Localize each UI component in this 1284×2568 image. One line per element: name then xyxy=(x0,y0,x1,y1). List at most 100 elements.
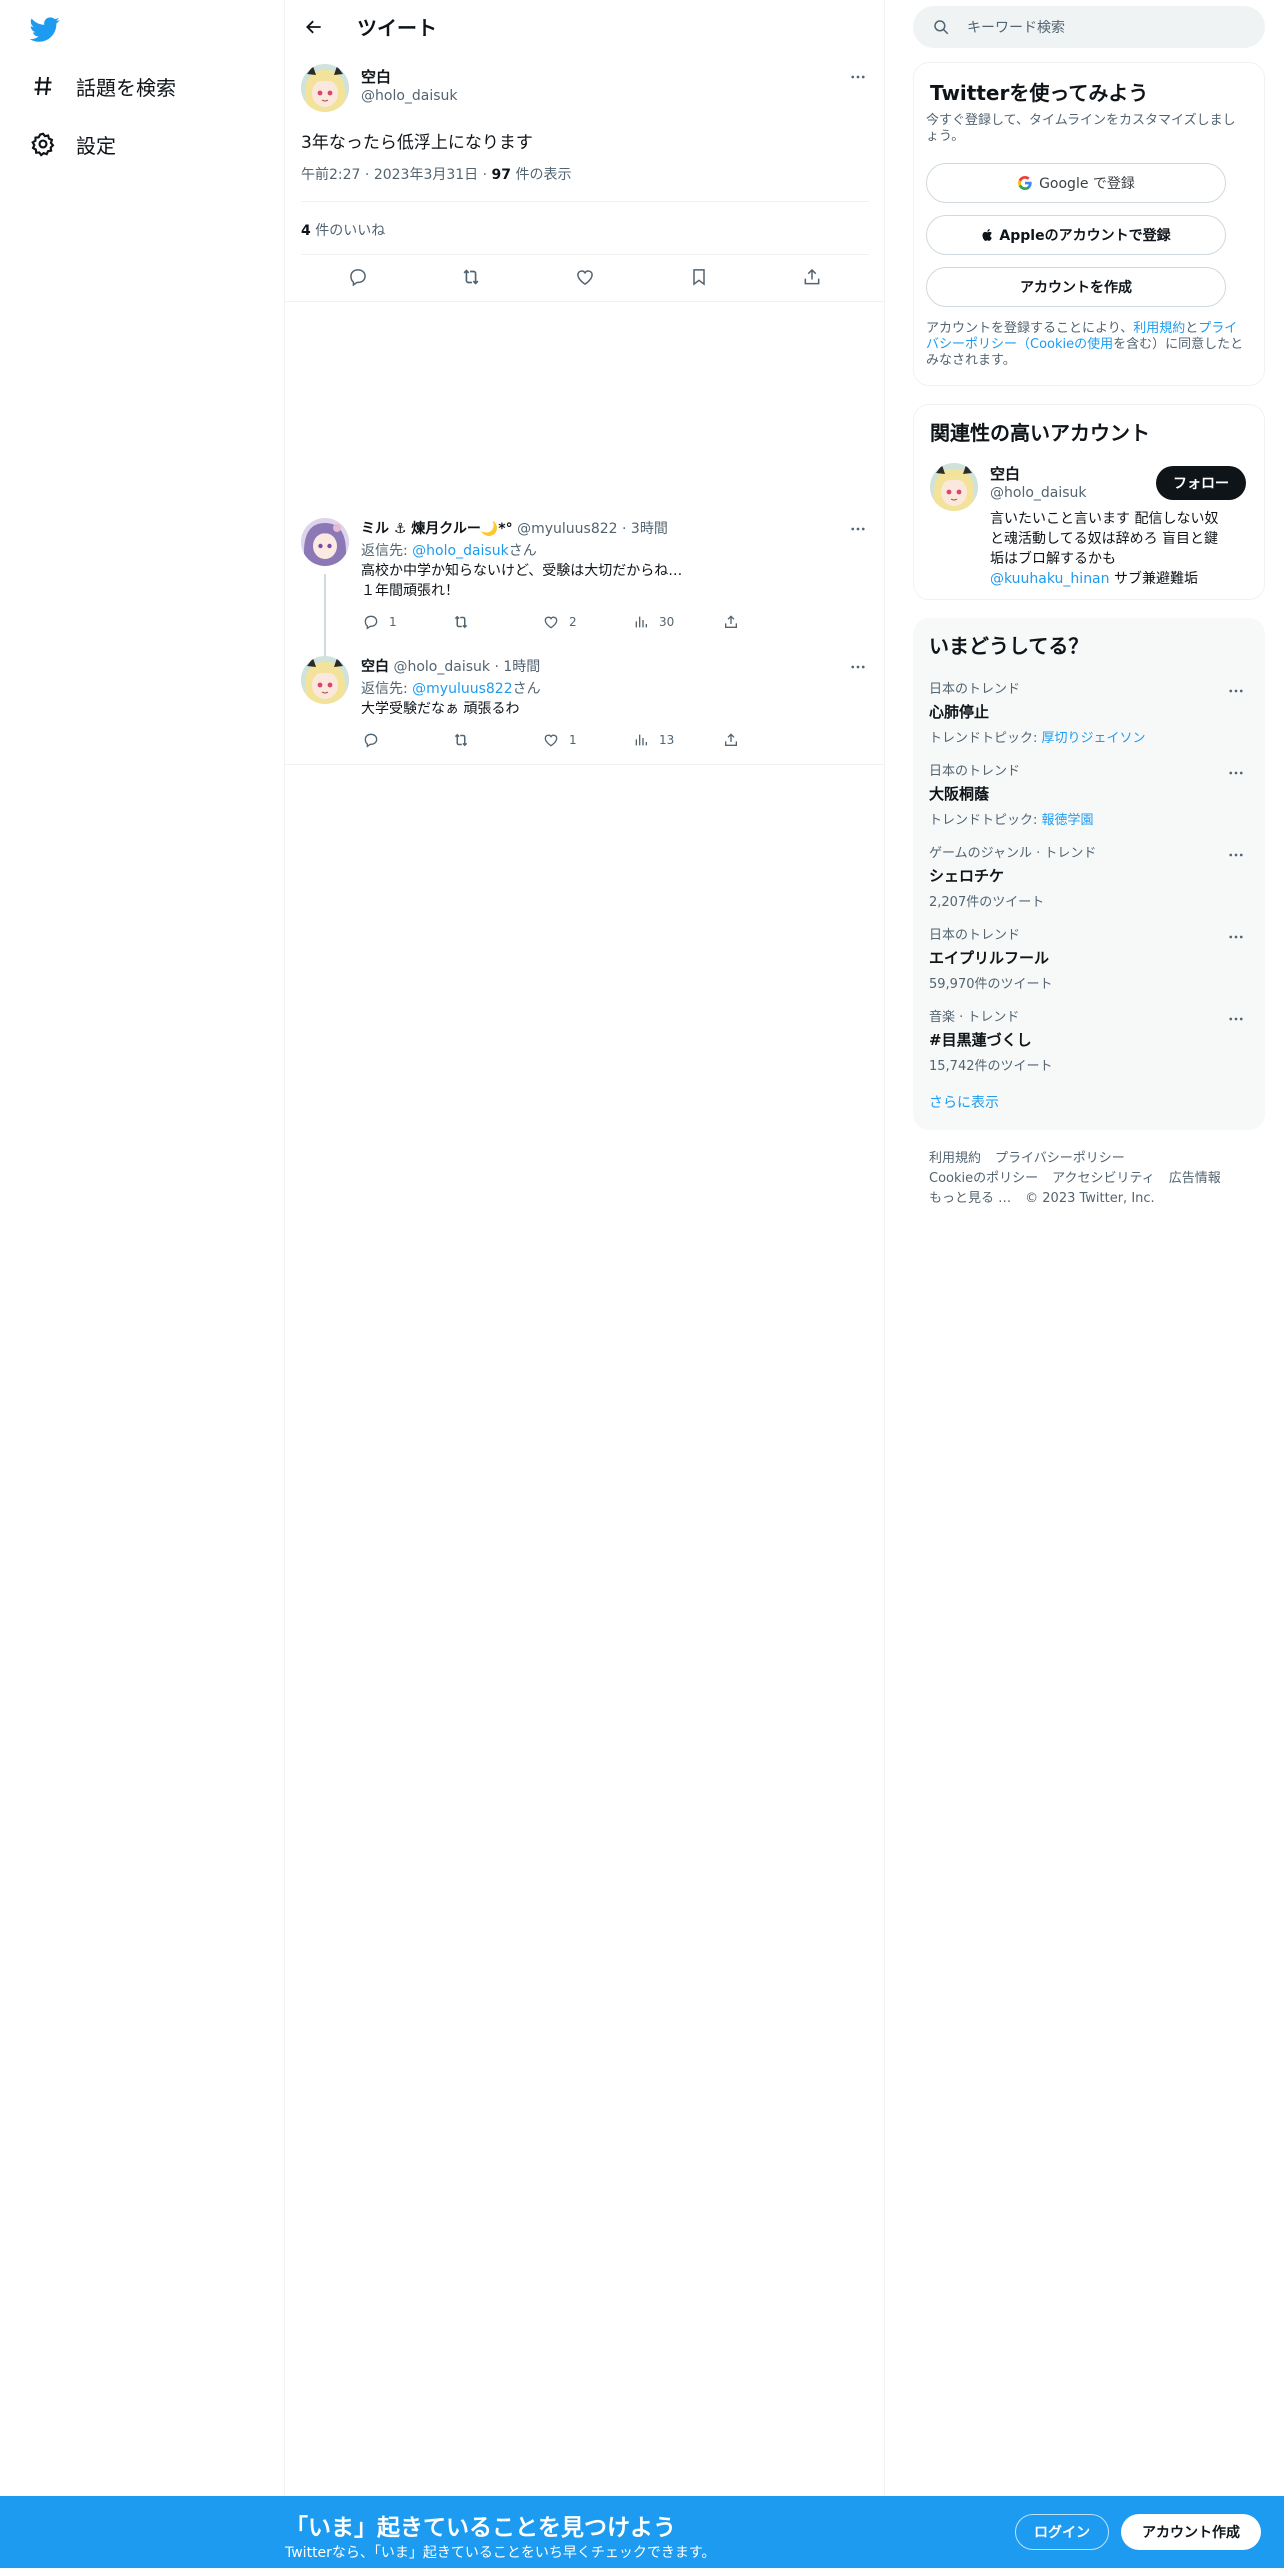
more-icon[interactable] xyxy=(1223,924,1249,950)
reply-icon[interactable] xyxy=(345,264,371,290)
nav-explore-label: 話題を検索 xyxy=(76,75,176,100)
more-icon[interactable] xyxy=(845,654,871,680)
views-button[interactable]: 30 xyxy=(631,611,721,633)
replying-to-link[interactable]: @holo_daisuk xyxy=(412,543,509,559)
share-icon xyxy=(721,730,741,750)
reply-actions: 1 2 30 xyxy=(361,611,811,633)
trend-topic-link[interactable]: 厚切りジェイソン xyxy=(1042,731,1146,746)
search-input[interactable]: キーワード検索 xyxy=(913,6,1265,48)
trend-name: エイプリルフール xyxy=(929,949,1050,967)
like-heart-icon xyxy=(541,730,561,750)
more-icon[interactable] xyxy=(845,64,871,90)
related-title: 関連性の高いアカウント xyxy=(930,421,1150,445)
back-arrow-icon[interactable] xyxy=(299,12,329,42)
google-signup-button[interactable]: Google で登録 xyxy=(926,163,1226,203)
tweet-meta: 午前2:27 · 2023年3月31日 · 97 件の表示 xyxy=(301,164,571,184)
trend-name: 大阪桐蔭 xyxy=(929,785,990,803)
share-icon xyxy=(721,612,741,632)
trend-sub-prefix: トレンドトピック: xyxy=(929,813,1042,828)
divider xyxy=(301,201,869,202)
apple-signup-button[interactable]: Appleのアカウントで登録 xyxy=(926,215,1226,255)
footer-privacy-link[interactable]: プライバシーポリシー xyxy=(995,1151,1125,1166)
reply-icon xyxy=(361,612,381,632)
footer-more-link[interactable]: もっと見る … xyxy=(929,1191,1011,1206)
trend-sub: トレンドトピック: 報徳学園 xyxy=(929,809,1249,828)
reply-time[interactable]: 1時間 xyxy=(503,659,540,675)
reply-text: 大学受験だなぁ 頑張るわ xyxy=(361,699,519,719)
reply-author-handle[interactable]: @holo_daisuk xyxy=(393,659,490,675)
trend-name: #目黒蓮づくし xyxy=(929,1031,1032,1049)
trend-name: 心肺停止 xyxy=(929,703,990,721)
tweet-author-name[interactable]: 空白 xyxy=(361,66,391,87)
views-button[interactable]: 13 xyxy=(631,729,721,751)
more-icon[interactable] xyxy=(1223,760,1249,786)
bottom-signup-bar: 「いま」起きていることを見つけよう Twitterなら、「いま」起きていることを… xyxy=(0,2496,1284,2568)
tweet-author-handle[interactable]: @holo_daisuk xyxy=(361,88,458,104)
tweet-time[interactable]: 午前2:27 xyxy=(301,167,360,183)
footer-accessibility-link[interactable]: アクセシビリティ xyxy=(1052,1171,1155,1186)
main-column: ツイート 空白 @holo_daisuk 3年なったら低浮上になります 午前2:… xyxy=(285,0,885,2568)
avatar[interactable] xyxy=(930,463,978,511)
views-count: 13 xyxy=(659,733,675,747)
reply-text: 高校か中学か知らないけど、受験は大切だからね… １年間頑張れ！ xyxy=(361,561,682,601)
reply-author-handle[interactable]: @myuluus822 xyxy=(517,521,617,537)
bookmark-icon[interactable] xyxy=(686,264,712,290)
more-icon[interactable] xyxy=(1223,1006,1249,1032)
views-count: 30 xyxy=(659,615,675,629)
like-button[interactable]: 2 xyxy=(541,611,631,633)
more-icon[interactable] xyxy=(845,516,871,542)
footer-links: 利用規約 プライバシーポリシー xyxy=(929,1147,1139,1166)
share-button[interactable] xyxy=(721,611,811,633)
like-heart-icon[interactable] xyxy=(572,264,598,290)
show-more-link[interactable]: さらに表示 xyxy=(929,1092,999,1112)
page-title: ツイート xyxy=(357,16,437,40)
create-account-button[interactable]: アカウントを作成 xyxy=(926,267,1226,307)
reply-button[interactable]: 1 xyxy=(361,611,451,633)
trends-title: いまどうしてる？ xyxy=(929,634,1089,658)
more-icon[interactable] xyxy=(1223,842,1249,868)
trend-item[interactable]: 音楽 · トレンド #目黒蓮づくし 15,742件のツイート xyxy=(929,1006,1249,1074)
trend-item[interactable]: 日本のトレンド 心肺停止 トレンドトピック: 厚切りジェイソン xyxy=(929,678,1249,746)
terms-link[interactable]: 利用規約 xyxy=(1133,321,1185,336)
like-heart-icon xyxy=(541,612,561,632)
follow-button[interactable]: フォロー xyxy=(1156,466,1246,500)
footer-terms-link[interactable]: 利用規約 xyxy=(929,1151,981,1166)
tweet-date[interactable]: 2023年3月31日 xyxy=(374,167,478,183)
thread-line xyxy=(324,574,326,660)
avatar[interactable] xyxy=(301,518,349,566)
replying-to-link[interactable]: @myuluus822 xyxy=(412,681,512,697)
twitter-bird-icon[interactable] xyxy=(28,14,62,44)
nav-settings[interactable]: 設定 xyxy=(28,124,116,164)
avatar[interactable] xyxy=(301,656,349,704)
reply-author-name[interactable]: 空白 xyxy=(361,659,389,675)
share-button[interactable] xyxy=(721,729,811,751)
share-icon[interactable] xyxy=(799,264,825,290)
trend-item[interactable]: 日本のトレンド エイプリルフール 59,970件のツイート xyxy=(929,924,1249,992)
likes-summary[interactable]: 4 件のいいね xyxy=(301,220,385,240)
retweet-icon[interactable] xyxy=(458,264,484,290)
trend-item[interactable]: ゲームのジャンル · トレンド シェロチケ 2,207件のツイート xyxy=(929,842,1249,910)
likes-label: 件のいいね xyxy=(315,223,386,239)
retweet-button[interactable] xyxy=(451,729,541,751)
related-account-name[interactable]: 空白 xyxy=(990,463,1020,484)
trend-context: 音楽 · トレンド xyxy=(929,1010,1020,1025)
footer-cookie-link[interactable]: Cookieのポリシー xyxy=(929,1171,1038,1186)
bio-mention-link[interactable]: @kuuhaku_hinan xyxy=(990,571,1110,587)
reply-time[interactable]: 3時間 xyxy=(631,521,668,537)
reply-author-name[interactable]: ミル ⚓ 煉月クルー🌙*° xyxy=(361,521,513,537)
replying-to: 返信先: @myuluus822さん xyxy=(361,678,541,698)
signup-button[interactable]: アカウント作成 xyxy=(1121,2514,1261,2550)
retweet-button[interactable] xyxy=(451,611,541,633)
avatar[interactable] xyxy=(301,64,349,112)
reply-button[interactable] xyxy=(361,729,451,751)
trend-topic-link[interactable]: 報徳学園 xyxy=(1042,813,1094,828)
login-button[interactable]: ログイン xyxy=(1015,2514,1109,2550)
footer-ads-link[interactable]: 広告情報 xyxy=(1169,1171,1221,1186)
like-button[interactable]: 1 xyxy=(541,729,631,751)
nav-explore[interactable]: 話題を検索 xyxy=(28,66,176,106)
related-account-handle[interactable]: @holo_daisuk xyxy=(990,485,1087,501)
trend-item[interactable]: 日本のトレンド 大阪桐蔭 トレンドトピック: 報徳学園 xyxy=(929,760,1249,828)
more-icon[interactable] xyxy=(1223,678,1249,704)
legal-prefix: アカウントを登録することにより、 xyxy=(926,321,1134,336)
divider xyxy=(301,254,869,255)
